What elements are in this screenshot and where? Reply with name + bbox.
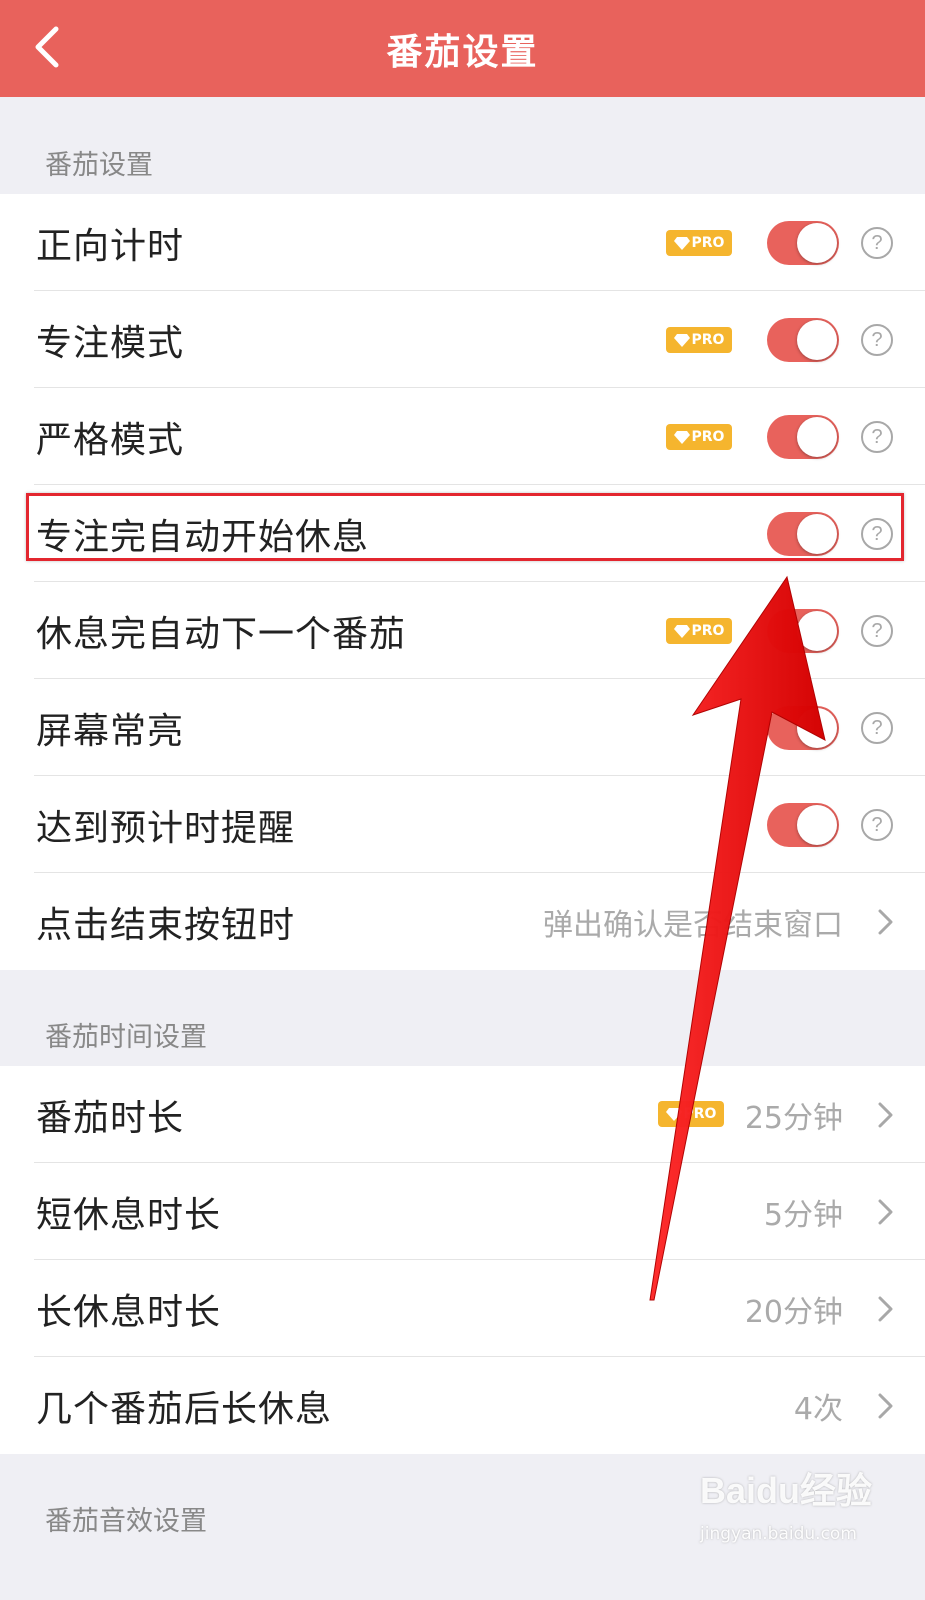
pro-badge: PRO bbox=[666, 327, 732, 353]
toggle-knob bbox=[797, 611, 837, 651]
row-value: 20分钟 bbox=[744, 1294, 843, 1330]
pro-badge: PRO bbox=[666, 230, 732, 256]
row-forward-timing[interactable]: 正向计时 PRO ? bbox=[0, 194, 925, 291]
section-header-pomodoro-time: 番茄时间设置 bbox=[45, 1022, 207, 1053]
row-label: 正向计时 bbox=[36, 225, 185, 267]
back-button[interactable] bbox=[22, 22, 72, 72]
pro-badge: PRO bbox=[666, 424, 732, 450]
pomodoro-settings-group: 正向计时 PRO ? 专注模式 PRO ? 严格模式 PRO ? 专注完自动开始… bbox=[0, 194, 925, 970]
toggle-switch[interactable] bbox=[767, 803, 839, 847]
chevron-left-icon bbox=[35, 26, 59, 68]
row-end-button-action[interactable]: 点击结束按钮时 弹出确认是否结束窗口 bbox=[0, 873, 925, 970]
toggle-switch[interactable] bbox=[767, 318, 839, 362]
pro-badge: PRO bbox=[658, 1101, 724, 1127]
diamond-icon bbox=[673, 430, 690, 444]
row-long-break-duration[interactable]: 长休息时长 20分钟 bbox=[0, 1260, 925, 1357]
toggle-switch[interactable] bbox=[767, 706, 839, 750]
toggle-switch[interactable] bbox=[767, 609, 839, 653]
row-screen-always-on[interactable]: 屏幕常亮 ? bbox=[0, 679, 925, 776]
row-label: 专注模式 bbox=[36, 322, 185, 364]
toggle-knob bbox=[797, 805, 837, 845]
row-label: 达到预计时提醒 bbox=[36, 807, 296, 849]
chevron-right-icon bbox=[878, 1102, 893, 1128]
toggle-knob bbox=[797, 223, 837, 263]
row-label: 休息完自动下一个番茄 bbox=[36, 613, 407, 655]
row-strict-mode[interactable]: 严格模式 PRO ? bbox=[0, 388, 925, 485]
row-value: 弹出确认是否结束窗口 bbox=[543, 907, 843, 943]
chevron-right-icon bbox=[878, 1393, 893, 1419]
pomodoro-time-group: 番茄时长 PRO 25分钟 短休息时长 5分钟 长休息时长 20分钟 几个番茄后… bbox=[0, 1066, 925, 1454]
page-title: 番茄设置 bbox=[386, 31, 539, 73]
section-header-pomodoro: 番茄设置 bbox=[45, 150, 153, 181]
toggle-knob bbox=[797, 417, 837, 457]
row-pomodoro-duration[interactable]: 番茄时长 PRO 25分钟 bbox=[0, 1066, 925, 1163]
row-label: 几个番茄后长休息 bbox=[36, 1388, 333, 1430]
row-estimated-time-reminder[interactable]: 达到预计时提醒 ? bbox=[0, 776, 925, 873]
help-icon[interactable]: ? bbox=[861, 324, 893, 356]
row-label: 屏幕常亮 bbox=[36, 710, 185, 752]
highlight-box bbox=[26, 493, 904, 561]
chevron-right-icon bbox=[878, 1296, 893, 1322]
toggle-switch[interactable] bbox=[767, 221, 839, 265]
row-label: 长休息时长 bbox=[36, 1291, 222, 1333]
nav-bar: 番茄设置 bbox=[0, 0, 925, 97]
row-label: 严格模式 bbox=[36, 419, 185, 461]
watermark-url: jingyan.baidu.com bbox=[700, 1524, 857, 1544]
pro-badge: PRO bbox=[666, 618, 732, 644]
help-icon[interactable]: ? bbox=[861, 421, 893, 453]
row-value: 4次 bbox=[793, 1391, 843, 1427]
watermark-brand: Baidu经验 bbox=[700, 1470, 873, 1511]
row-value: 25分钟 bbox=[744, 1100, 843, 1136]
help-icon[interactable]: ? bbox=[861, 809, 893, 841]
row-auto-next-pomodoro[interactable]: 休息完自动下一个番茄 PRO ? bbox=[0, 582, 925, 679]
chevron-right-icon bbox=[878, 909, 893, 935]
diamond-icon bbox=[665, 1107, 682, 1121]
help-icon[interactable]: ? bbox=[861, 615, 893, 647]
chevron-right-icon bbox=[878, 1199, 893, 1225]
row-short-break-duration[interactable]: 短休息时长 5分钟 bbox=[0, 1163, 925, 1260]
watermark: Baidu经验 jingyan.baidu.com bbox=[700, 1462, 900, 1562]
help-icon[interactable]: ? bbox=[861, 712, 893, 744]
toggle-switch[interactable] bbox=[767, 415, 839, 459]
toggle-knob bbox=[797, 708, 837, 748]
toggle-knob bbox=[797, 320, 837, 360]
row-label: 点击结束按钮时 bbox=[36, 904, 296, 946]
diamond-icon bbox=[673, 333, 690, 347]
settings-screen: 番茄设置 番茄设置 正向计时 PRO ? 专注模式 PRO ? 严格模式 PRO… bbox=[0, 0, 925, 1600]
diamond-icon bbox=[673, 236, 690, 250]
row-focus-mode[interactable]: 专注模式 PRO ? bbox=[0, 291, 925, 388]
row-long-break-interval[interactable]: 几个番茄后长休息 4次 bbox=[0, 1357, 925, 1454]
row-value: 5分钟 bbox=[763, 1197, 843, 1233]
row-label: 短休息时长 bbox=[36, 1194, 222, 1236]
row-label: 番茄时长 bbox=[36, 1097, 185, 1139]
diamond-icon bbox=[673, 624, 690, 638]
help-icon[interactable]: ? bbox=[861, 227, 893, 259]
